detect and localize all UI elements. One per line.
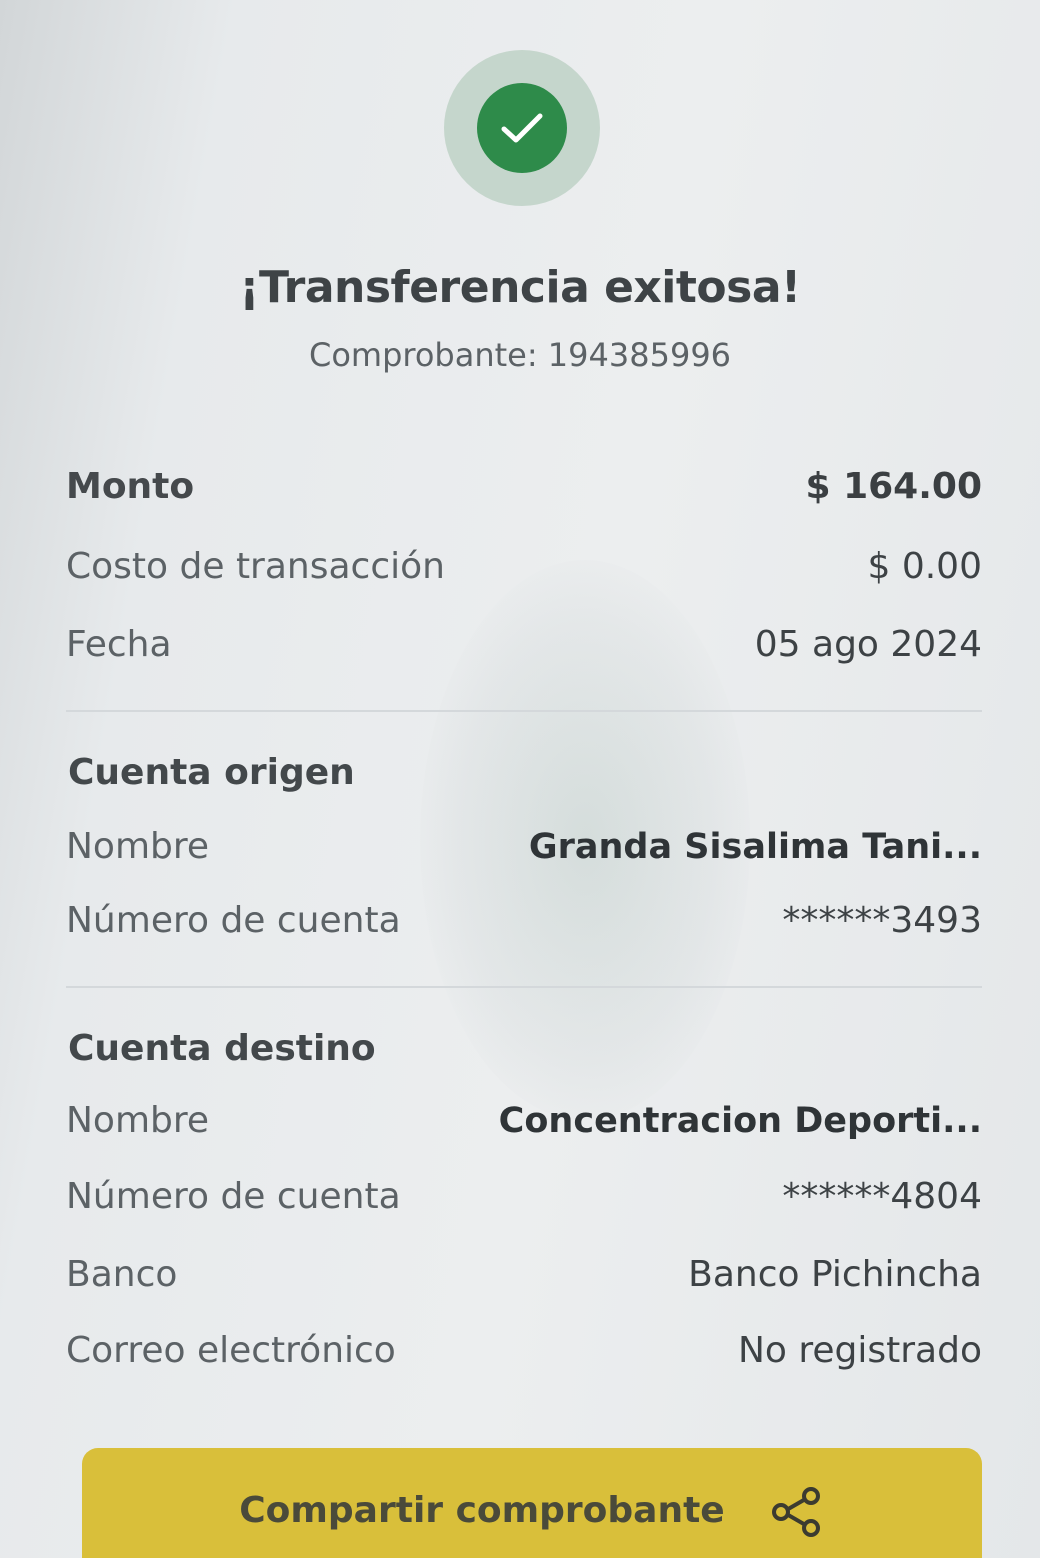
- fee-label: Costo de transacción: [66, 546, 445, 587]
- destination-account-label: Número de cuenta: [66, 1176, 401, 1217]
- share-voucher-button[interactable]: Compartir comprobante: [82, 1448, 982, 1558]
- share-icon: [771, 1487, 820, 1537]
- destination-email-label: Correo electrónico: [66, 1330, 396, 1371]
- fee-value: $ 0.00: [867, 546, 982, 587]
- destination-bank-label: Banco: [66, 1254, 178, 1295]
- destination-bank-row: Banco Banco Pichincha: [66, 1254, 982, 1295]
- amount-value: $ 164.00: [805, 466, 982, 507]
- success-circle: [477, 83, 567, 173]
- destination-account-row: Número de cuenta ******4804: [66, 1176, 982, 1217]
- destination-name-label: Nombre: [66, 1100, 210, 1141]
- destination-section-title: Cuenta destino: [68, 1028, 376, 1069]
- origin-section-title: Cuenta origen: [68, 752, 355, 793]
- origin-account-row: Número de cuenta ******3493: [66, 900, 982, 941]
- success-badge: [444, 50, 600, 206]
- destination-account-value: ******4804: [782, 1176, 982, 1217]
- origin-account-value: ******3493: [782, 900, 982, 941]
- origin-account-label: Número de cuenta: [66, 900, 401, 941]
- destination-email-value: No registrado: [737, 1330, 982, 1371]
- origin-name-row: Nombre Granda Sisalima Tani...: [66, 826, 982, 867]
- origin-name-label: Nombre: [66, 826, 210, 867]
- divider: [66, 710, 982, 712]
- transfer-receipt-screen: ¡Transferencia exitosa! Comprobante: 194…: [0, 0, 1040, 1558]
- share-voucher-label: Compartir comprobante: [239, 1490, 725, 1531]
- date-label: Fecha: [66, 624, 172, 665]
- page-title: ¡Transferencia exitosa!: [239, 262, 801, 313]
- date-value: 05 ago 2024: [754, 624, 982, 665]
- destination-email-row: Correo electrónico No registrado: [66, 1330, 982, 1371]
- fee-row: Costo de transacción $ 0.00: [66, 546, 982, 587]
- check-icon: [501, 113, 543, 143]
- amount-label: Monto: [66, 466, 195, 507]
- origin-name-value: Granda Sisalima Tani...: [528, 826, 982, 867]
- destination-name-row: Nombre Concentracion Deporti...: [66, 1100, 982, 1141]
- voucher-number: Comprobante: 194385996: [308, 336, 732, 374]
- amount-row: Monto $ 164.00: [66, 466, 982, 507]
- destination-bank-value: Banco Pichincha: [688, 1254, 982, 1295]
- date-row: Fecha 05 ago 2024: [66, 624, 982, 665]
- destination-name-value: Concentracion Deporti...: [498, 1100, 982, 1141]
- divider: [66, 986, 982, 988]
